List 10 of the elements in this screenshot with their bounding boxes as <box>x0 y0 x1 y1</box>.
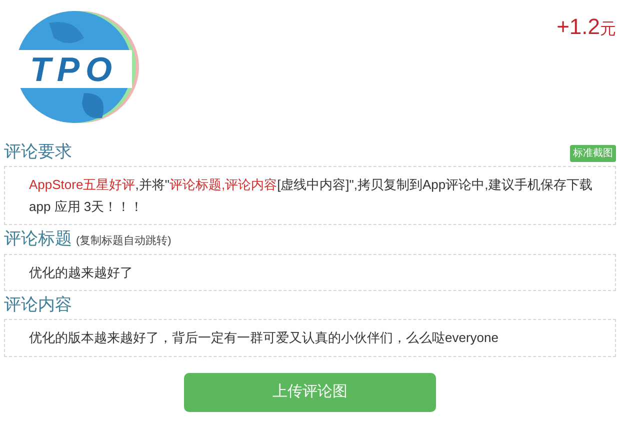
reward-amount: +1.2元 <box>556 16 616 38</box>
section-title: 评论内容 <box>4 295 72 316</box>
sample-screenshot-badge[interactable]: 标准截图 <box>570 145 616 162</box>
upload-button[interactable]: 上传评论图 <box>184 372 436 412</box>
section-text: 优化的版本越来越好了，背后一定有一群可爱又认真的小伙伴们，么么哒everyone <box>29 329 500 348</box>
section-title: 评论要求 <box>4 142 72 162</box>
section-note: (复制标题自动跳转) <box>76 234 172 250</box>
section-title: 评论标题 <box>4 229 72 250</box>
section-text: AppStore五星好评,并将"评论标题,评论内容[虚线中内容]",拷贝复制到App评论中,建议手机保存下载 app 应用 3天！！！ <box>29 176 594 216</box>
section-text: 优化的越来越好了 <box>29 264 134 282</box>
